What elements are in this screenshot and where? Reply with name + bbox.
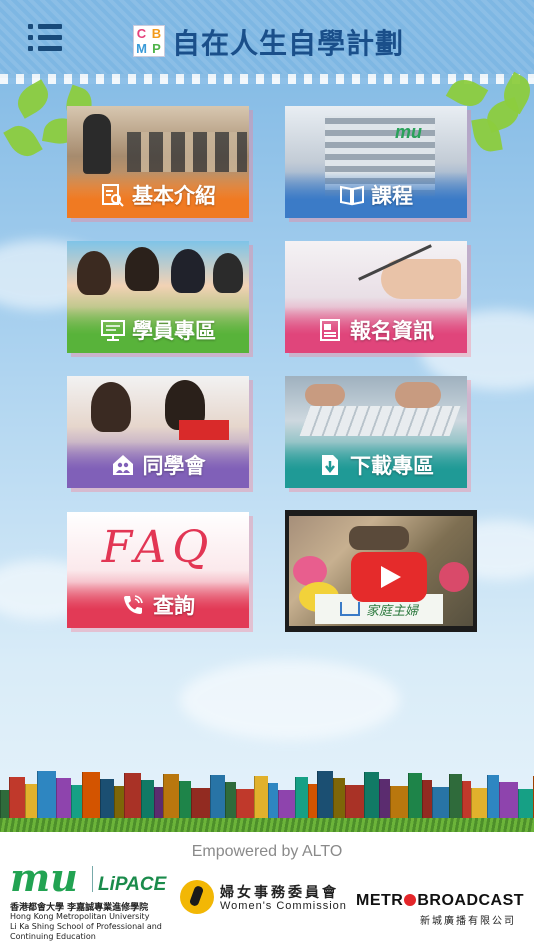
id-card-icon (318, 318, 342, 342)
monitor-icon (100, 318, 125, 342)
tile-band: 報名資訊 (285, 307, 467, 353)
house-people-icon (111, 453, 135, 477)
logo-letter: B (151, 26, 162, 41)
mu-mark: mu (10, 855, 78, 900)
metro-broadcast-zh: 新城廣播有限公司 (420, 916, 516, 927)
metro-broadcast-logo: METR BROADCAST 新城廣播有限公司 (356, 892, 526, 927)
tile-band: 基本介紹 (67, 172, 249, 218)
video-sign-text: 家庭主婦 (365, 603, 418, 619)
tile-student-zone[interactable]: 學員專區 (67, 241, 249, 353)
tile-band: 查詢 (67, 582, 249, 628)
app-header: C B M P 自在人生自學計劃 (0, 0, 534, 78)
logo-letter: M (136, 41, 147, 56)
sign-logo-icon (339, 602, 360, 616)
lipace-name-en-2: Continuing Education (10, 932, 96, 941)
womens-commission-zh: 婦女事務委員會 (220, 885, 339, 901)
tile-label: 同學會 (142, 454, 206, 478)
document-search-icon (100, 183, 124, 207)
tile-basic-intro[interactable]: 基本介紹 (67, 106, 249, 218)
tile-label: 查詢 (153, 594, 195, 618)
tile-band: 同學會 (67, 442, 249, 488)
metro-broadcast-en: METR BROADCAST (356, 892, 524, 910)
tile-enrollment-info[interactable]: 報名資訊 (285, 241, 467, 353)
lipace-name-en-1: Li Ka Shing School of Professional and (10, 922, 162, 931)
logo-divider (92, 866, 93, 892)
tile-label: 基本介紹 (132, 184, 216, 208)
hkmu-lipace-logo: mu LiPACE 香港都會大學 李嘉誠專業進修學院 Hong Kong Met… (10, 855, 175, 942)
faq-text: FAQ (101, 522, 215, 573)
tile-label: 下載專區 (350, 454, 434, 478)
tile-label: 課程 (371, 184, 413, 208)
tile-download-zone[interactable]: 下載專區 (285, 376, 467, 488)
empowered-by-text: Empowered by ALTO (191, 843, 343, 860)
tile-label: 學員專區 (132, 319, 216, 343)
metro-prefix: METR (356, 892, 404, 909)
womens-commission-en: Women's Commission (220, 900, 347, 912)
tile-band: 課程 (285, 172, 467, 218)
tile-band: 學員專區 (67, 307, 249, 353)
tile-faq-enquiry[interactable]: FAQ 查詢 (67, 512, 249, 628)
logo-letter: C (136, 26, 147, 41)
video-thumbnail: 家庭主婦 (289, 516, 473, 626)
hkmu-name-en: Hong Kong Metropolitan University (10, 912, 150, 921)
cbmp-logo: C B M P (133, 25, 165, 57)
phone-icon (121, 593, 145, 617)
tile-alumni[interactable]: 同學會 (67, 376, 249, 488)
lipace-mark: LiPACE (98, 874, 167, 895)
womens-commission-emblem-icon (180, 880, 214, 914)
tile-label: 報名資訊 (350, 319, 434, 343)
video-player[interactable]: 家庭主婦 (285, 510, 477, 632)
download-file-icon (318, 453, 342, 477)
play-button-icon[interactable] (351, 552, 427, 602)
tile-courses[interactable]: mu 課程 (285, 106, 467, 218)
open-book-icon (339, 183, 364, 207)
tile-band: 下載專區 (285, 442, 467, 488)
app-title: 自在人生自學計劃 (172, 27, 405, 60)
menu-button[interactable] (28, 22, 62, 54)
metro-suffix: BROADCAST (417, 892, 525, 909)
metro-o-icon (404, 894, 417, 906)
womens-commission-logo: 婦女事務委員會 Women's Commission (180, 880, 347, 920)
logo-letter: P (152, 41, 161, 56)
